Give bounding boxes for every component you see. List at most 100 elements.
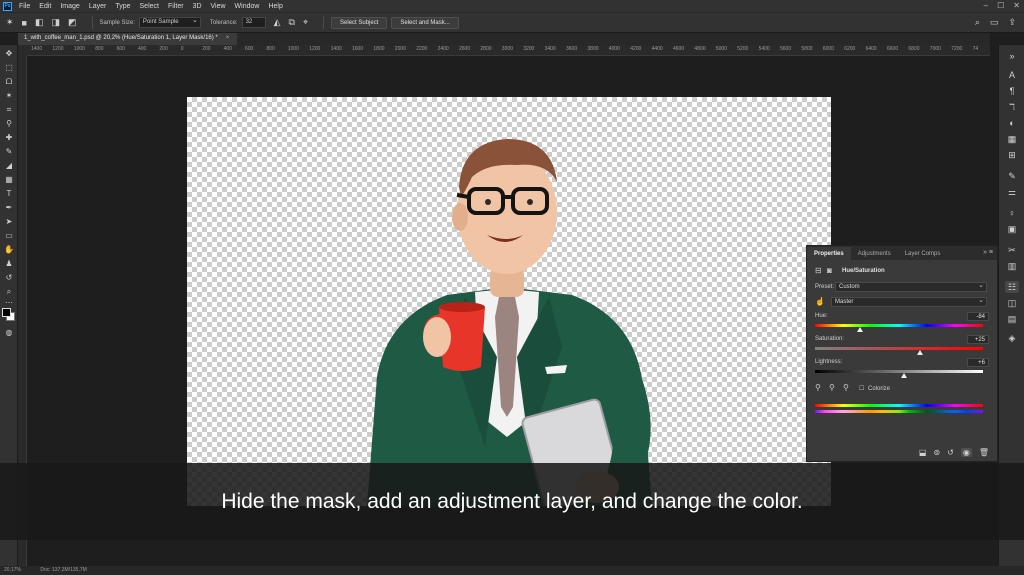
tab-adjustments[interactable]: Adjustments: [851, 251, 898, 260]
adjustment-layer-icon[interactable]: ⊟: [815, 266, 822, 275]
quick-mask-icon[interactable]: ◍: [2, 327, 16, 339]
shape-tool-icon[interactable]: ▭: [2, 230, 16, 242]
hue-slider-track[interactable]: [815, 324, 983, 327]
mask-icon[interactable]: ◙: [827, 266, 832, 275]
document-canvas[interactable]: [187, 97, 831, 506]
delete-icon[interactable]: 🗑: [979, 448, 989, 457]
menu-edit[interactable]: Edit: [39, 3, 51, 10]
menu-image[interactable]: Image: [60, 3, 79, 10]
clip-to-layer-icon[interactable]: ⬓: [919, 448, 927, 457]
menu-window[interactable]: Window: [235, 3, 260, 10]
layers-icon[interactable]: ◈: [1005, 332, 1019, 344]
preset-select[interactable]: Custom: [835, 281, 987, 292]
panel-menu-icon[interactable]: » ≡: [983, 249, 993, 256]
ruler-tick-label: 4000: [608, 46, 620, 52]
eyedropper-tool-icon[interactable]: ⚲: [2, 118, 16, 130]
crop-tool-icon[interactable]: ⌗: [2, 104, 16, 116]
eyedropper-minus-icon[interactable]: ⚲: [843, 383, 849, 392]
menu-view[interactable]: View: [211, 3, 226, 10]
saturation-slider-track[interactable]: [815, 347, 983, 350]
foreground-color-swatch[interactable]: [2, 308, 11, 317]
menu-type[interactable]: Type: [115, 3, 130, 10]
channels-icon[interactable]: ◫: [1005, 297, 1019, 309]
colorize-checkbox[interactable]: ☐: [859, 385, 864, 392]
sample-size-select[interactable]: Point Sample: [138, 16, 201, 28]
move-tool-icon[interactable]: ✥: [2, 48, 16, 60]
close-window-icon[interactable]: ✕: [1013, 1, 1020, 10]
brush-tool-icon[interactable]: ✎: [2, 146, 16, 158]
lasso-tool-icon[interactable]: ᗝ: [2, 76, 16, 88]
learn-icon[interactable]: ♀: [1005, 207, 1019, 219]
paths-icon[interactable]: ▤: [1005, 313, 1019, 325]
brush-settings-icon[interactable]: ✎: [1005, 170, 1019, 182]
magic-wand-tool-icon[interactable]: ✶: [2, 90, 16, 102]
minimize-icon[interactable]: –: [984, 1, 988, 10]
maximize-icon[interactable]: ☐: [997, 1, 1004, 10]
saturation-slider-thumb[interactable]: [917, 350, 923, 355]
menu-layer[interactable]: Layer: [89, 3, 107, 10]
sample-all-layers-icon[interactable]: ⌖: [303, 17, 308, 28]
lightness-slider-thumb[interactable]: [901, 373, 908, 378]
new-selection-icon[interactable]: ■: [22, 18, 27, 28]
workspace-icon[interactable]: ▭: [990, 17, 999, 28]
visibility-eye-icon[interactable]: ◉: [960, 448, 972, 457]
tab-layer-comps[interactable]: Layer Comps: [898, 251, 948, 260]
gradient-tool-icon[interactable]: ▦: [2, 174, 16, 186]
path-select-tool-icon[interactable]: ➤: [2, 216, 16, 228]
hand-tool-icon[interactable]: ✋: [2, 244, 16, 256]
swatches-icon[interactable]: ▦: [1005, 133, 1019, 145]
eyedropper-plus-icon[interactable]: ⚲: [829, 383, 835, 392]
adjustments-icon[interactable]: ⚌: [1005, 186, 1019, 198]
patterns-icon[interactable]: ⊞: [1005, 149, 1019, 161]
share-icon[interactable]: ⇪: [1008, 17, 1016, 28]
color-icon[interactable]: ◐: [1005, 117, 1019, 129]
document-tab[interactable]: 1_with_coffee_man_1.psd @ 20,2% (Hue/Sat…: [18, 33, 238, 45]
subtract-selection-icon[interactable]: ◨: [52, 17, 61, 28]
contiguous-icon[interactable]: ⧉: [289, 17, 295, 28]
menu-help[interactable]: Help: [268, 3, 282, 10]
channel-select[interactable]: Master: [831, 296, 987, 307]
character-icon[interactable]: A: [1005, 69, 1019, 81]
photoshop-logo-icon[interactable]: Ps: [3, 1, 12, 11]
saturation-input[interactable]: +25: [967, 335, 989, 344]
menu-filter[interactable]: Filter: [168, 3, 184, 10]
anti-alias-icon[interactable]: ◭: [274, 17, 281, 28]
healing-brush-icon[interactable]: ✚: [2, 132, 16, 144]
eraser-tool-icon[interactable]: ◢: [2, 160, 16, 172]
ruler-tick-label: 6000: [822, 46, 834, 52]
zoom-level[interactable]: 20,17%: [4, 567, 21, 573]
libraries-icon[interactable]: ▣: [1005, 223, 1019, 235]
magic-wand-icon[interactable]: ✶: [6, 17, 14, 28]
add-selection-icon[interactable]: ◧: [35, 17, 44, 28]
hue-input[interactable]: -84: [967, 312, 989, 321]
pen-tool-icon[interactable]: ✒: [2, 202, 16, 214]
view-previous-icon[interactable]: ⊚: [933, 448, 940, 457]
eyedropper-icon[interactable]: ⚲: [815, 383, 821, 392]
intersect-selection-icon[interactable]: ◩: [68, 17, 77, 28]
menu-file[interactable]: File: [19, 3, 30, 10]
lightness-input[interactable]: +6: [967, 358, 989, 367]
history-icon[interactable]: ▥: [1005, 260, 1019, 272]
search-icon[interactable]: ⌕: [975, 17, 980, 28]
tolerance-input[interactable]: 32: [241, 17, 266, 28]
select-subject-button[interactable]: Select Subject: [331, 16, 388, 29]
select-and-mask-button[interactable]: Select and Mask...: [391, 16, 459, 29]
menu-select[interactable]: Select: [140, 3, 159, 10]
marquee-tool-icon[interactable]: ⬚: [2, 62, 16, 74]
lightness-slider-track[interactable]: [815, 370, 983, 373]
tools-options-icon[interactable]: ✂: [1005, 244, 1019, 256]
properties-icon[interactable]: ☷: [1005, 281, 1019, 293]
stamp-tool-icon[interactable]: ♟: [2, 258, 16, 270]
menu-3d[interactable]: 3D: [193, 3, 202, 10]
history-brush-icon[interactable]: ↺: [2, 272, 16, 284]
tab-properties[interactable]: Properties: [807, 247, 851, 260]
glyphs-icon[interactable]: ℸ: [1005, 101, 1019, 113]
targeted-adjustment-icon[interactable]: ☝: [815, 297, 825, 306]
type-tool-icon[interactable]: T: [2, 188, 16, 200]
paragraph-icon[interactable]: ¶: [1005, 85, 1019, 97]
hue-slider-thumb[interactable]: [856, 327, 863, 332]
ruler-tick-label: 6600: [887, 46, 899, 52]
reset-icon[interactable]: ↺: [947, 448, 954, 457]
close-tab-icon[interactable]: ×: [226, 35, 230, 41]
collapse-dock-icon[interactable]: »: [1005, 50, 1019, 62]
